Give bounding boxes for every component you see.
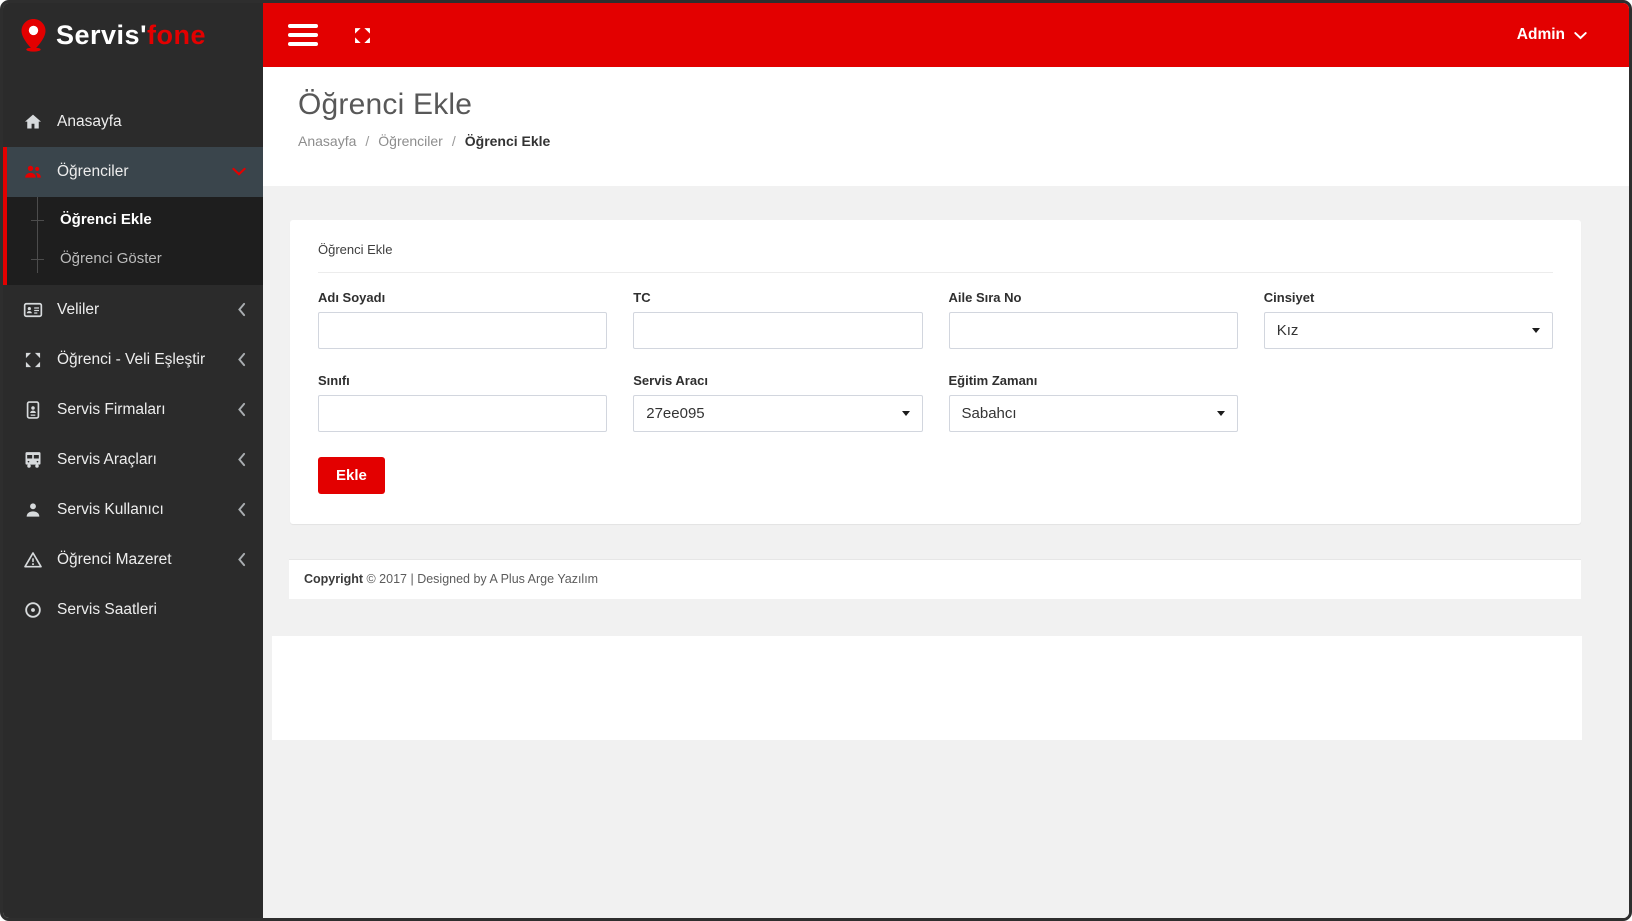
sidebar-active-tree: Öğrenciler Öğrenci Ekle Öğrenci Göster [3, 147, 263, 285]
field-servis-araci: Servis Aracı 27ee095 [633, 373, 923, 432]
brand-logo[interactable]: Servis'fone [3, 3, 263, 67]
field-egitim-zamani: Eğitim Zamanı Sabahcı [948, 373, 1238, 432]
breadcrumb-ogrenciler[interactable]: Öğrenciler [378, 133, 443, 149]
home-icon [23, 112, 44, 132]
users-icon [23, 162, 44, 182]
breadcrumb-anasayfa[interactable]: Anasayfa [298, 133, 356, 149]
select-egitim-zamani[interactable]: Sabahcı [948, 395, 1238, 432]
sidebar-item-anasayfa[interactable]: Anasayfa [3, 97, 263, 147]
map-pin-icon [21, 19, 46, 52]
sidebar-item-ogrenciler[interactable]: Öğrenciler [7, 147, 263, 197]
empty-grid-cell [1264, 373, 1553, 432]
sidebar-item-ogrenci-mazeret[interactable]: Öğrenci Mazeret [3, 535, 263, 585]
copyright-bold: Copyright [304, 572, 364, 586]
field-aile-sira-no: Aile Sıra No [948, 290, 1238, 349]
chevron-left-icon [237, 452, 247, 468]
content-area: Öğrenci Ekle Anasayfa / Öğrenciler / Öğr… [263, 67, 1629, 918]
chevron-left-icon [237, 302, 247, 318]
dropdown-arrow-icon [1216, 411, 1225, 416]
breadcrumb-current: Öğrenci Ekle [464, 133, 551, 149]
select-servis-araci[interactable]: 27ee095 [633, 395, 923, 432]
hamburger-icon [288, 24, 318, 28]
id-card-icon [23, 300, 44, 320]
fullscreen-button[interactable] [352, 25, 373, 46]
form-grid: Adı Soyadı TC Aile Sıra No Cinsiyet Kız … [318, 290, 1553, 432]
sidebar-submenu-ogrenciler: Öğrenci Ekle Öğrenci Göster [7, 197, 263, 285]
form-card: Öğrenci Ekle Adı Soyadı TC Aile Sıra No [290, 220, 1581, 524]
chevron-left-icon [237, 502, 247, 518]
dropdown-arrow-icon [901, 411, 910, 416]
field-adi-soyadi: Adı Soyadı [318, 290, 608, 349]
sidebar-item-ogrenci-goster[interactable]: Öğrenci Göster [7, 239, 263, 278]
arrows-icon [23, 350, 44, 370]
sidebar-item-veliler[interactable]: Veliler [3, 285, 263, 335]
breadcrumb: Anasayfa / Öğrenciler / Öğrenci Ekle [298, 133, 551, 149]
sidebar-item-ogrenci-ekle[interactable]: Öğrenci Ekle [7, 200, 263, 239]
input-sinifi[interactable] [318, 395, 608, 432]
input-adi-soyadi[interactable] [318, 312, 608, 349]
user-menu[interactable]: Admin [1517, 26, 1587, 44]
select-cinsiyet[interactable]: Kız [1263, 312, 1553, 349]
form-card-body: Adı Soyadı TC Aile Sıra No Cinsiyet Kız … [290, 273, 1581, 524]
field-tc: TC [633, 290, 923, 349]
topbar: Admin [263, 3, 1629, 67]
bus-icon [23, 450, 44, 470]
dropdown-arrow-icon [1532, 328, 1540, 333]
brand-name: Servis'fone [56, 19, 206, 50]
page-footer: Copyright © 2017 | Designed by A Plus Ar… [289, 559, 1581, 599]
input-aile-sira-no[interactable] [948, 312, 1238, 349]
sidebar-item-ogrenci-veli-eslestir[interactable]: Öğrenci - Veli Eşleştir [3, 335, 263, 385]
field-sinifi: Sınıfı [318, 373, 608, 432]
sidebar-menu: Anasayfa Öğrenciler Öğrenci Ekle Öğrenci… [3, 67, 263, 635]
ekle-button[interactable]: Ekle [318, 457, 385, 494]
form-card-title: Öğrenci Ekle [318, 220, 1553, 273]
chevron-down-icon [1574, 31, 1587, 39]
app-window: Servis'fone Anasayfa Öğrenciler Öğrenci … [0, 0, 1632, 921]
page-header: Öğrenci Ekle Anasayfa / Öğrenciler / Öğr… [263, 67, 1629, 186]
sidebar: Servis'fone Anasayfa Öğrenciler Öğrenci … [3, 3, 263, 918]
sidebar-item-servis-saatleri[interactable]: Servis Saatleri [3, 585, 263, 635]
fullscreen-icon [355, 27, 370, 43]
user-label: Admin [1516, 26, 1565, 43]
field-cinsiyet: Cinsiyet Kız [1263, 290, 1553, 349]
sidebar-item-servis-araclari[interactable]: Servis Araçları [3, 435, 263, 485]
clock-icon [23, 600, 44, 620]
warning-icon [23, 550, 44, 570]
user-icon [23, 500, 44, 520]
page-title: Öğrenci Ekle [298, 88, 473, 121]
sidebar-item-servis-kullanici[interactable]: Servis Kullanıcı [3, 485, 263, 535]
address-card-icon [23, 400, 44, 420]
chevron-left-icon [237, 352, 247, 368]
chevron-left-icon [237, 402, 247, 418]
empty-content-block [272, 636, 1582, 740]
chevron-down-icon [232, 167, 247, 177]
sidebar-item-servis-firmalari[interactable]: Servis Firmaları [3, 385, 263, 435]
input-tc[interactable] [633, 312, 923, 349]
sidebar-toggle-button[interactable] [286, 15, 320, 55]
copyright-text: © 2017 | Designed by A Plus Arge Yazılım [363, 572, 599, 586]
chevron-left-icon [237, 552, 247, 568]
